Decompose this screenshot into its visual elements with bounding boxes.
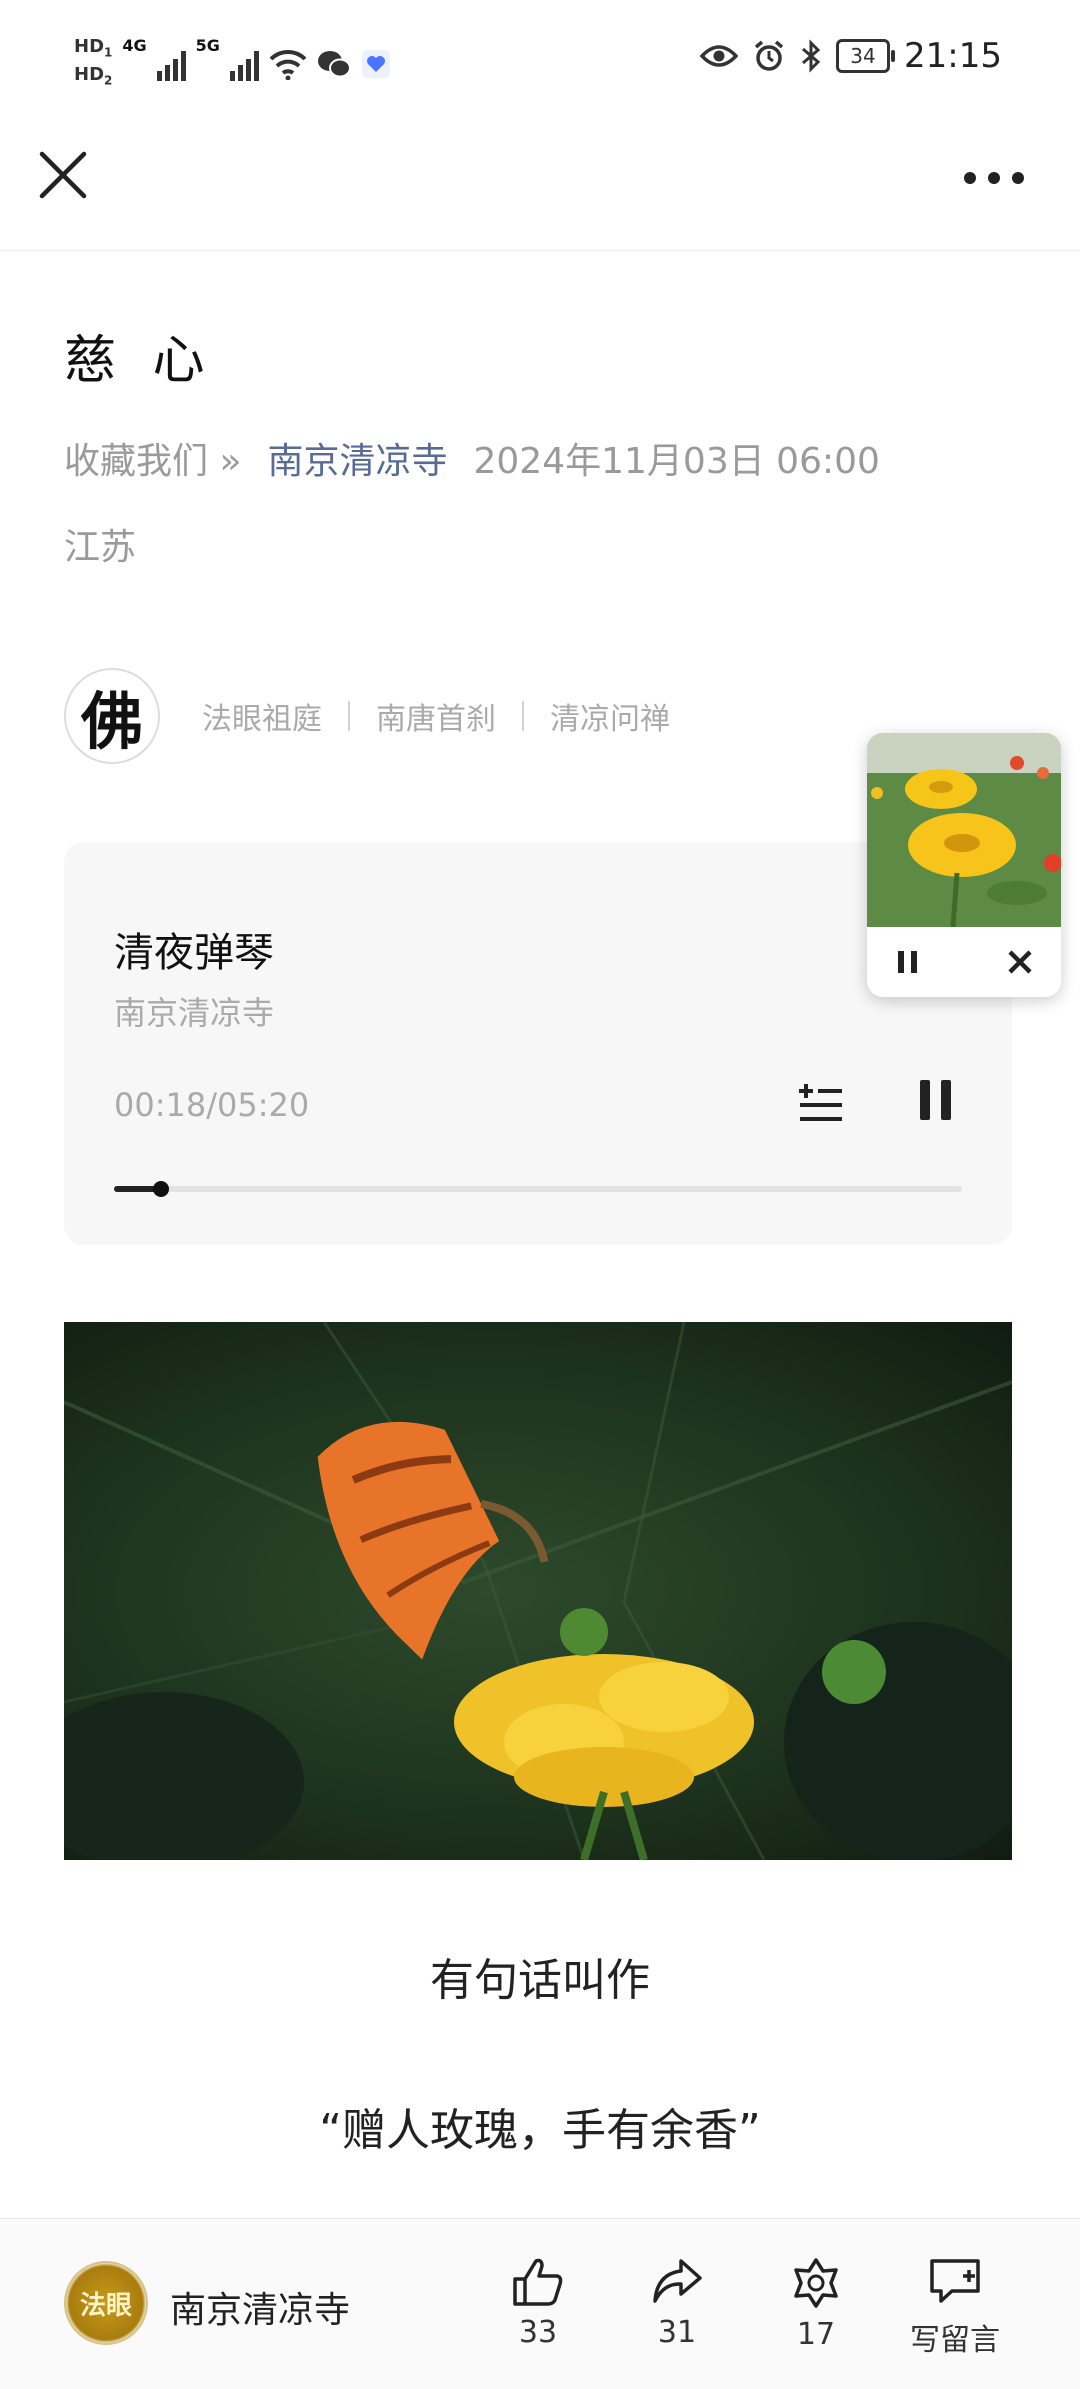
tag: 南唐首刹 [376,702,496,737]
like-count: 33 [518,2315,558,2350]
audio-time: 00:18/05:20 [114,1086,310,1124]
account-link[interactable]: 南京清凉寺 [267,432,447,484]
floating-mini-player[interactable] [867,733,1061,997]
eye-icon [700,45,739,67]
network-4g-label: 4G [122,36,147,55]
alarm-icon [754,40,784,71]
battery-icon: 34 [836,39,896,73]
comment-label: 写留言 [910,2323,1000,2358]
profile-banner: 佛 法眼祖庭 南唐首刹 清凉问禅 [64,668,670,764]
tag: 法眼祖庭 [202,702,322,737]
health-heart-icon [361,49,390,78]
mini-close-icon[interactable] [1007,949,1033,975]
butterfly-flower-image [64,1322,1012,1860]
signal-icon [229,47,259,81]
account-logo[interactable]: 法眼 [64,2261,148,2345]
favorite-link[interactable]: 收藏我们 » [64,432,241,484]
wow-button[interactable]: 17 [756,2257,876,2352]
write-comment-button[interactable]: 写留言 [895,2257,1015,2359]
signal-icon [156,47,186,81]
divider [522,701,524,731]
audio-artist: 南京清凉寺 [114,994,275,1032]
tag-list: 法眼祖庭 南唐首刹 清凉问禅 [202,694,670,738]
wifi-icon [269,49,307,80]
audio-title: 清夜弹琴 [114,930,274,976]
publish-region: 江苏 [64,527,137,568]
wechat-icon [317,50,351,78]
progress-handle[interactable] [153,1181,170,1197]
share-arrow-icon [653,2259,702,2303]
wow-flower-icon [794,2258,838,2308]
tag: 清凉问禅 [550,702,670,737]
share-count: 31 [657,2315,697,2350]
account-name[interactable]: 南京清凉寺 [170,2281,350,2333]
more-options-icon[interactable] [964,172,1024,184]
status-bar: HD1 HD2 4G 5G 34 21:15 [0,0,1080,130]
sim-indicator: HD1 HD2 [74,36,113,88]
thumbs-up-icon [513,2258,563,2306]
clock: 21:15 [904,36,1002,76]
body-quote: “赠人玫瑰，手有余香” [319,2105,761,2156]
divider [348,701,350,731]
comment-icon [930,2259,980,2303]
close-icon[interactable] [38,150,88,200]
top-nav [0,130,1080,251]
network-5g-label: 5G [195,36,220,55]
bottom-action-bar: 法眼 南京清凉寺 33 31 17 写留言 [0,2218,1080,2389]
playlist-icon[interactable] [798,1078,844,1124]
article-title: 慈 心 [64,331,215,391]
mini-pause-icon[interactable] [895,949,921,975]
like-button[interactable]: 33 [478,2257,598,2350]
bluetooth-icon [802,39,821,73]
account-avatar[interactable]: 佛 [64,668,160,764]
publish-date: 2024年11月03日 06:00 [473,441,880,482]
share-button[interactable]: 31 [617,2257,737,2350]
mini-player-thumbnail[interactable] [867,733,1061,927]
body-paragraph: 有句话叫作 [430,1955,650,2006]
audio-progress-bar[interactable] [114,1181,962,1197]
pause-button[interactable] [912,1080,958,1126]
article-meta: 收藏我们 » 南京清凉寺 2024年11月03日 06:00 [64,432,880,484]
wow-count: 17 [796,2317,836,2352]
